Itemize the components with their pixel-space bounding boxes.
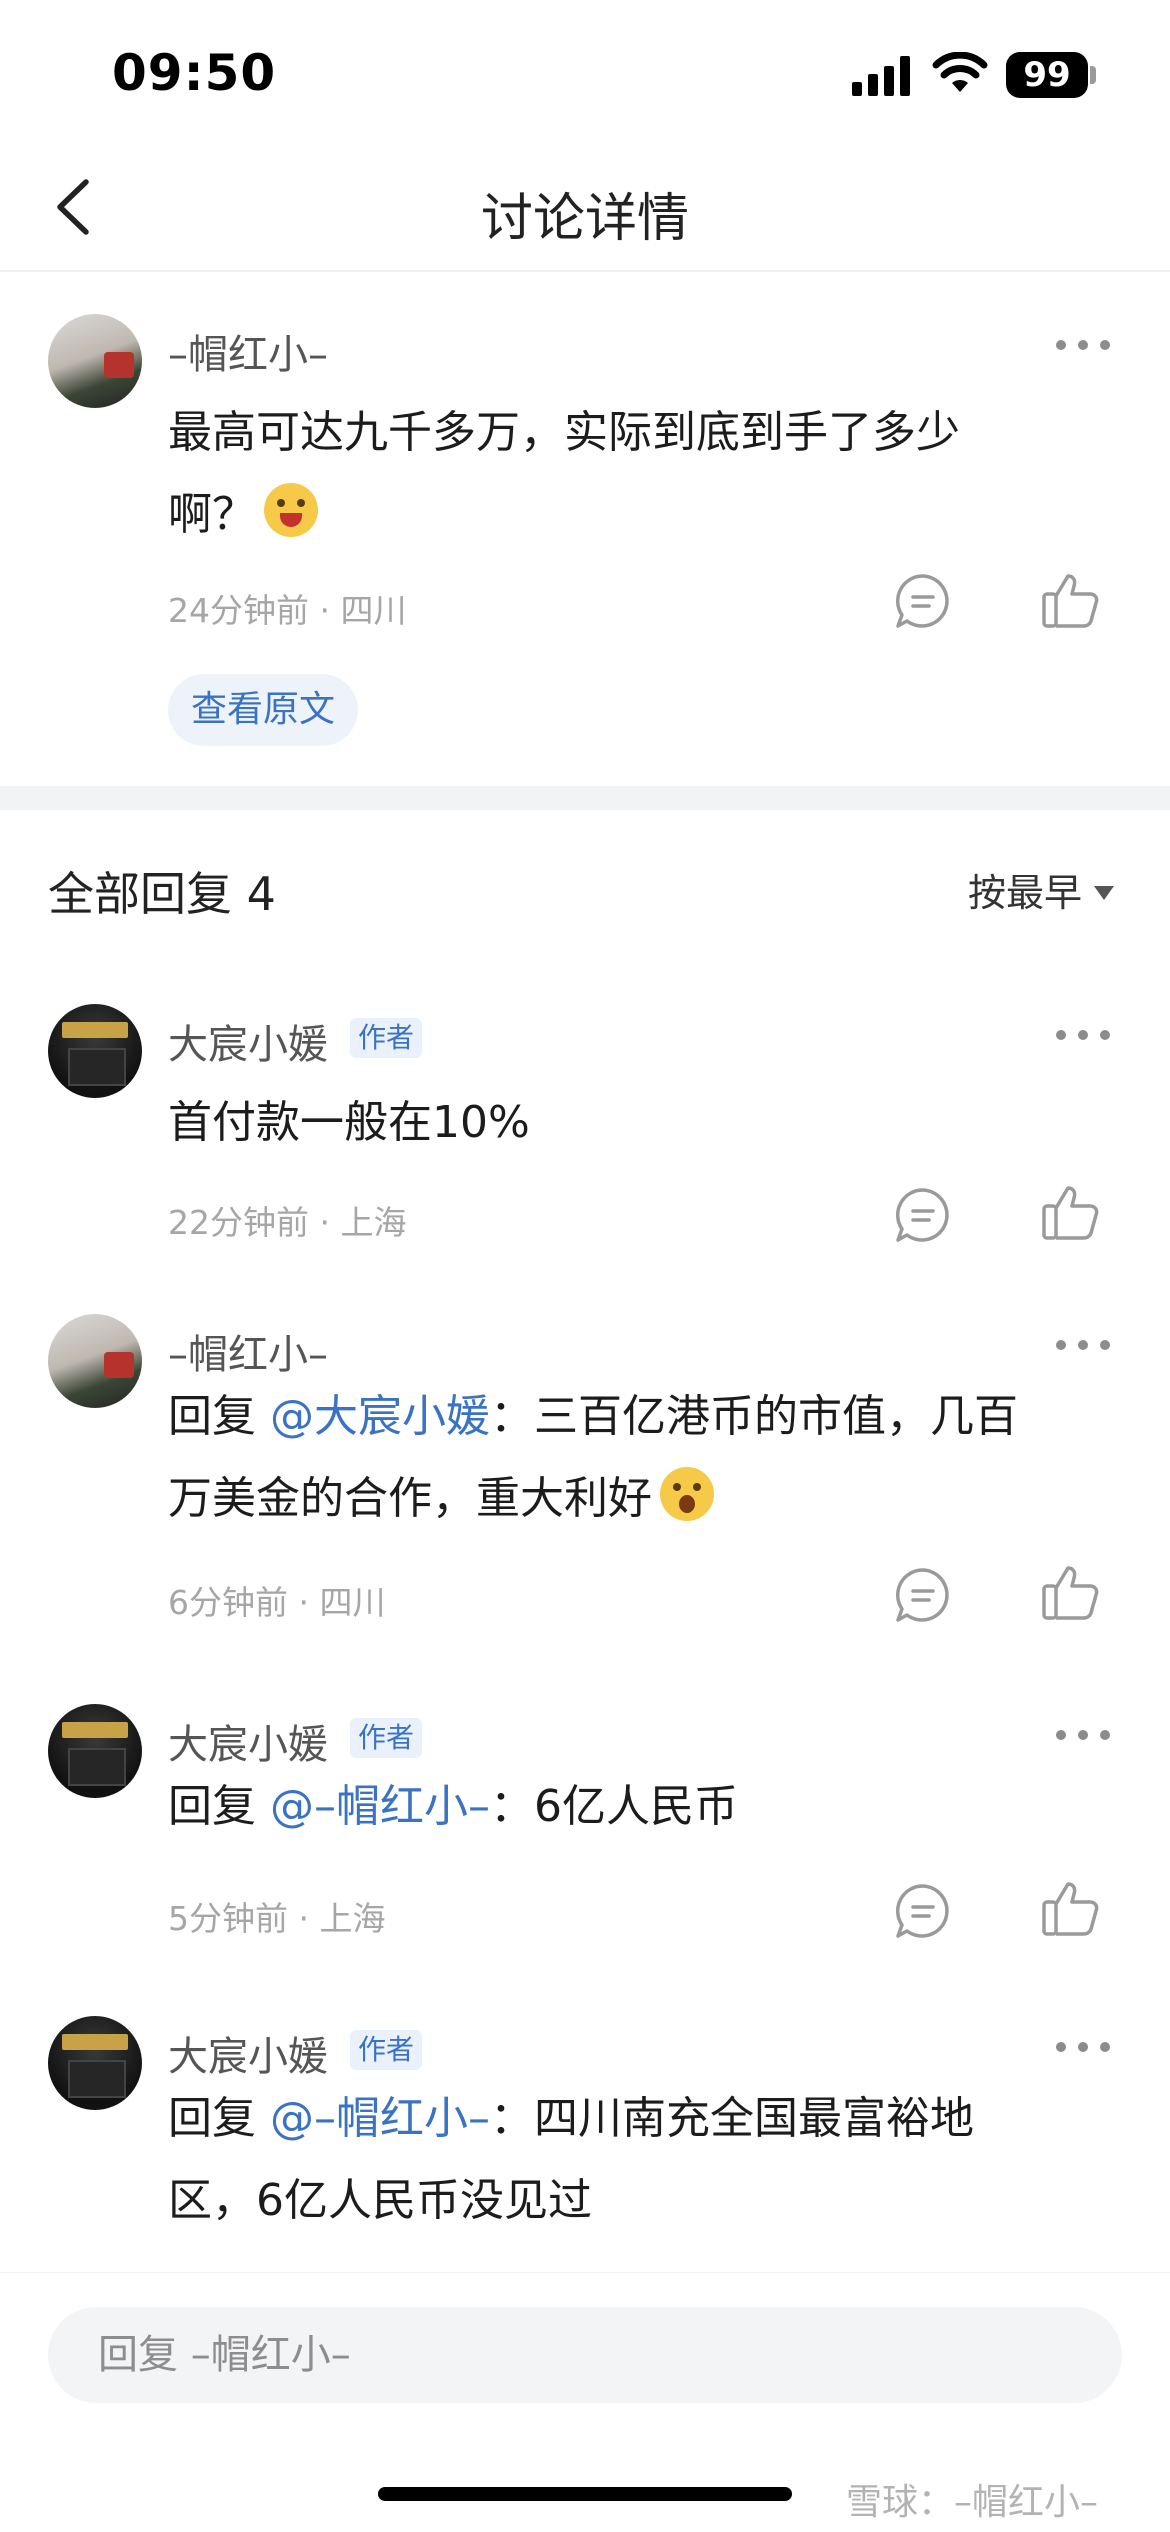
section-divider (0, 786, 1170, 810)
more-options-icon[interactable] (1056, 2040, 1110, 2054)
reply-meta: 6分钟前 · 四川 (168, 1583, 386, 1622)
reply-body-line2: 万美金的合作，重大利好 (168, 1458, 1018, 1540)
reply-body: 回复 @–帽红小–：6亿人民币 (168, 1766, 738, 1848)
original-post: –帽红小– 最高可达九千多万，实际到底到手了多少 啊？ 24分钟前 · 四川 查… (0, 272, 1170, 786)
reply-body: 回复 @大宸小媛：三百亿港币的市值，几百 万美金的合作，重大利好 (168, 1376, 1018, 1540)
reply-text-line1: ：四川南充全国最富裕地 (490, 2093, 974, 2144)
reply-body-line1: 回复 @大宸小媛：三百亿港币的市值，几百 (168, 1376, 1018, 1458)
reply-username[interactable]: 大宸小媛 (168, 1712, 328, 1770)
avatar[interactable] (48, 2016, 142, 2110)
reply-item: 大宸小媛 作者 回复 @–帽红小–：四川南充全国最富裕地 区，6亿人民币没见过 (0, 1978, 1170, 2272)
post-body: 最高可达九千多万，实际到底到手了多少 啊？ (168, 392, 960, 556)
surprised-face-emoji-icon (660, 1467, 714, 1521)
thumbs-up-icon[interactable] (1040, 1878, 1100, 1938)
nav-bar: 讨论详情 (0, 150, 1170, 272)
avatar[interactable] (48, 314, 142, 408)
mention-link[interactable]: @–帽红小– (270, 1781, 490, 1832)
sort-dropdown[interactable]: 按最早 (968, 862, 1115, 917)
caret-down-icon (1094, 886, 1115, 900)
wifi-icon (932, 52, 988, 92)
status-time: 09:50 (112, 44, 277, 102)
eating-watermelon-emoji-icon (264, 483, 318, 537)
reply-item: 大宸小媛 作者 回复 @–帽红小–：6亿人民币 5分钟前 · 上海 (0, 1666, 1170, 1976)
author-badge: 作者 (350, 1718, 423, 1758)
comment-icon[interactable] (894, 1566, 952, 1624)
post-body-line2: 啊？ (168, 474, 960, 556)
more-options-icon[interactable] (1056, 1728, 1110, 1742)
comment-icon[interactable] (894, 572, 952, 630)
reply-meta: 5分钟前 · 上海 (168, 1899, 386, 1938)
avatar[interactable] (48, 1004, 142, 1098)
reply-text-line2: 区，6亿人民币没见过 (168, 2175, 592, 2226)
reply-prefix: 回复 (168, 2093, 270, 2144)
reply-body: 首付款一般在10% (168, 1097, 530, 1148)
reply-prefix: 回复 (168, 1781, 270, 1832)
more-options-icon[interactable] (1056, 1338, 1110, 1352)
comment-icon[interactable] (894, 1186, 952, 1244)
reply-item: 大宸小媛 作者 首付款一般在10% 22分钟前 · 上海 (0, 966, 1170, 1266)
reply-body-line1: 回复 @–帽红小–：四川南充全国最富裕地 (168, 2078, 974, 2160)
thumbs-up-icon[interactable] (1040, 1182, 1100, 1242)
post-body-line1: 最高可达九千多万，实际到底到手了多少 (168, 407, 960, 458)
more-options-icon[interactable] (1056, 338, 1110, 352)
thumbs-up-icon[interactable] (1040, 1562, 1100, 1622)
watermark: 雪球：–帽红小– (846, 2482, 1099, 2523)
mention-link[interactable]: @–帽红小– (270, 2093, 490, 2144)
comment-icon[interactable] (894, 1882, 952, 1940)
reply-text-line2: 万美金的合作，重大利好 (168, 1473, 652, 1524)
author-badge: 作者 (350, 1018, 423, 1058)
replies-title: 全部回复 4 (48, 867, 276, 921)
reply-text: ：6亿人民币 (490, 1781, 738, 1832)
reply-item: –帽红小– 回复 @大宸小媛：三百亿港币的市值，几百 万美金的合作，重大利好 6… (0, 1276, 1170, 1656)
reply-input-bar: 回复 –帽红小– 雪球：–帽红小– (0, 2272, 1170, 2532)
battery-nub (1090, 66, 1096, 84)
home-indicator (378, 2487, 792, 2501)
reply-text-line1: ：三百亿港币的市值，几百 (490, 1391, 1018, 1442)
sort-label: 按最早 (968, 871, 1083, 915)
view-original-button[interactable]: 查看原文 (168, 674, 358, 746)
reply-body: 回复 @–帽红小–：四川南充全国最富裕地 区，6亿人民币没见过 (168, 2078, 974, 2242)
reply-username[interactable]: –帽红小– (168, 1322, 328, 1380)
battery-indicator: 99 (1006, 52, 1088, 98)
reply-username[interactable]: 大宸小媛 (168, 1012, 328, 1070)
post-body-line2-text: 啊？ (168, 489, 256, 540)
avatar[interactable] (48, 1314, 142, 1408)
post-username[interactable]: –帽红小– (168, 322, 328, 380)
cellular-signal-icon (852, 56, 914, 96)
reply-username[interactable]: 大宸小媛 (168, 2024, 328, 2082)
reply-meta: 22分钟前 · 上海 (168, 1203, 407, 1242)
reply-input[interactable]: 回复 –帽红小– (48, 2307, 1122, 2403)
thumbs-up-icon[interactable] (1040, 570, 1100, 630)
author-badge: 作者 (350, 2030, 423, 2070)
more-options-icon[interactable] (1056, 1028, 1110, 1042)
mention-link[interactable]: @大宸小媛 (270, 1391, 490, 1442)
avatar[interactable] (48, 1704, 142, 1798)
page-title: 讨论详情 (480, 189, 689, 249)
post-meta: 24分钟前 · 四川 (168, 591, 407, 630)
status-bar: 09:50 99 (0, 0, 1170, 150)
reply-prefix: 回复 (168, 1391, 270, 1442)
